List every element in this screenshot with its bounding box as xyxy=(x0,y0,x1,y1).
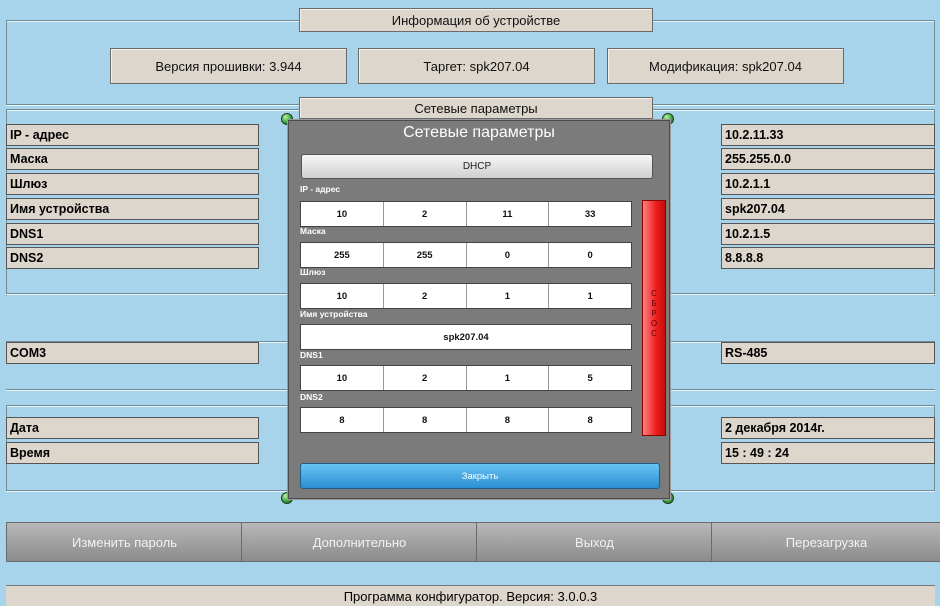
close-button[interactable]: Закрыть xyxy=(300,463,660,489)
frame-line xyxy=(6,109,299,111)
frame-line xyxy=(934,20,935,105)
dns1-input: 10 2 1 5 xyxy=(300,365,632,391)
value-gateway: 10.2.1.1 xyxy=(721,173,935,195)
advanced-button[interactable]: Дополнительно xyxy=(241,522,478,562)
reset-letter: О xyxy=(650,319,658,328)
value-mask: 255.255.0.0 xyxy=(721,148,935,170)
label-dns1: DNS1 xyxy=(6,223,259,245)
program-version: Программа конфигуратор. Версия: 3.0.0.3 xyxy=(343,588,598,604)
value-time: 15 : 49 : 24 xyxy=(721,442,935,464)
ip-field-label: IP - адрес xyxy=(300,184,341,194)
frame-line xyxy=(6,20,7,105)
gateway-octet-input[interactable]: 1 xyxy=(549,284,631,308)
firmware-version: Версия прошивки: 3.944 xyxy=(110,48,347,84)
dns2-octet-input[interactable]: 8 xyxy=(301,408,384,432)
label-com: COM3 xyxy=(6,342,259,364)
status-bar: Программа конфигуратор. Версия: 3.0.0.3 xyxy=(6,585,935,606)
frame-line xyxy=(653,20,935,22)
gateway-octet-input[interactable]: 1 xyxy=(467,284,550,308)
reset-button[interactable]: С Б Р О С xyxy=(642,200,666,436)
reset-letter: С xyxy=(651,329,657,338)
reboot-button[interactable]: Перезагрузка xyxy=(711,522,940,562)
frame-line xyxy=(6,20,299,22)
dhcp-button[interactable]: DHCP xyxy=(301,154,653,179)
ip-octet-input[interactable]: 33 xyxy=(549,202,631,226)
mask-input: 255 255 0 0 xyxy=(300,242,632,268)
label-gateway: Шлюз xyxy=(6,173,259,195)
label-time: Время xyxy=(6,442,259,464)
ip-octet-input[interactable]: 11 xyxy=(467,202,550,226)
reset-letter: С xyxy=(651,289,657,298)
gateway-octet-input[interactable]: 2 xyxy=(384,284,467,308)
frame-line xyxy=(653,109,935,111)
network-params-title: Сетевые параметры xyxy=(299,97,653,119)
reset-letter: Р xyxy=(651,309,657,318)
ip-input: 10 2 11 33 xyxy=(300,201,632,227)
dialog-title: Сетевые параметры xyxy=(403,124,555,141)
device-name-input[interactable]: spk207.04 xyxy=(300,324,632,350)
mask-field-label: Маска xyxy=(300,226,326,236)
mask-octet-input[interactable]: 255 xyxy=(384,243,467,267)
value-ip: 10.2.11.33 xyxy=(721,124,935,146)
dns2-input: 8 8 8 8 xyxy=(300,407,632,433)
dns1-octet-input[interactable]: 5 xyxy=(549,366,631,390)
mask-octet-input[interactable]: 0 xyxy=(467,243,550,267)
gateway-field-label: Шлюз xyxy=(300,267,326,277)
device-name-field-label: Имя устройства xyxy=(300,309,368,319)
value-device-name: spk207.04 xyxy=(721,198,935,220)
network-settings-dialog: Сетевые параметры DHCP IP - адрес 10 2 1… xyxy=(288,120,670,499)
dns2-octet-input[interactable]: 8 xyxy=(467,408,550,432)
dns1-field-label: DNS1 xyxy=(300,350,323,360)
dns2-field-label: DNS2 xyxy=(300,392,323,402)
value-dns2: 8.8.8.8 xyxy=(721,247,935,269)
label-date: Дата xyxy=(6,417,259,439)
label-ip: IP - адрес xyxy=(6,124,259,146)
value-date: 2 декабря 2014г. xyxy=(721,417,935,439)
ip-octet-input[interactable]: 2 xyxy=(384,202,467,226)
dns2-octet-input[interactable]: 8 xyxy=(384,408,467,432)
reset-letter: Б xyxy=(651,299,657,308)
modification: Модификация: spk207.04 xyxy=(607,48,844,84)
mask-octet-input[interactable]: 0 xyxy=(549,243,631,267)
label-mask: Маска xyxy=(6,148,259,170)
mask-octet-input[interactable]: 255 xyxy=(301,243,384,267)
device-name-value: spk207.04 xyxy=(443,331,489,343)
target: Таргет: spk207.04 xyxy=(358,48,595,84)
gateway-octet-input[interactable]: 10 xyxy=(301,284,384,308)
device-info-title: Информация об устройстве xyxy=(299,8,653,32)
label-device-name: Имя устройства xyxy=(6,198,259,220)
change-password-button[interactable]: Изменить пароль xyxy=(6,522,243,562)
ip-octet-input[interactable]: 10 xyxy=(301,202,384,226)
exit-button[interactable]: Выход xyxy=(476,522,713,562)
dns2-octet-input[interactable]: 8 xyxy=(549,408,631,432)
dns1-octet-input[interactable]: 10 xyxy=(301,366,384,390)
value-dns1: 10.2.1.5 xyxy=(721,223,935,245)
dns1-octet-input[interactable]: 2 xyxy=(384,366,467,390)
dns1-octet-input[interactable]: 1 xyxy=(467,366,550,390)
value-com: RS-485 xyxy=(721,342,935,364)
label-dns2: DNS2 xyxy=(6,247,259,269)
gateway-input: 10 2 1 1 xyxy=(300,283,632,309)
